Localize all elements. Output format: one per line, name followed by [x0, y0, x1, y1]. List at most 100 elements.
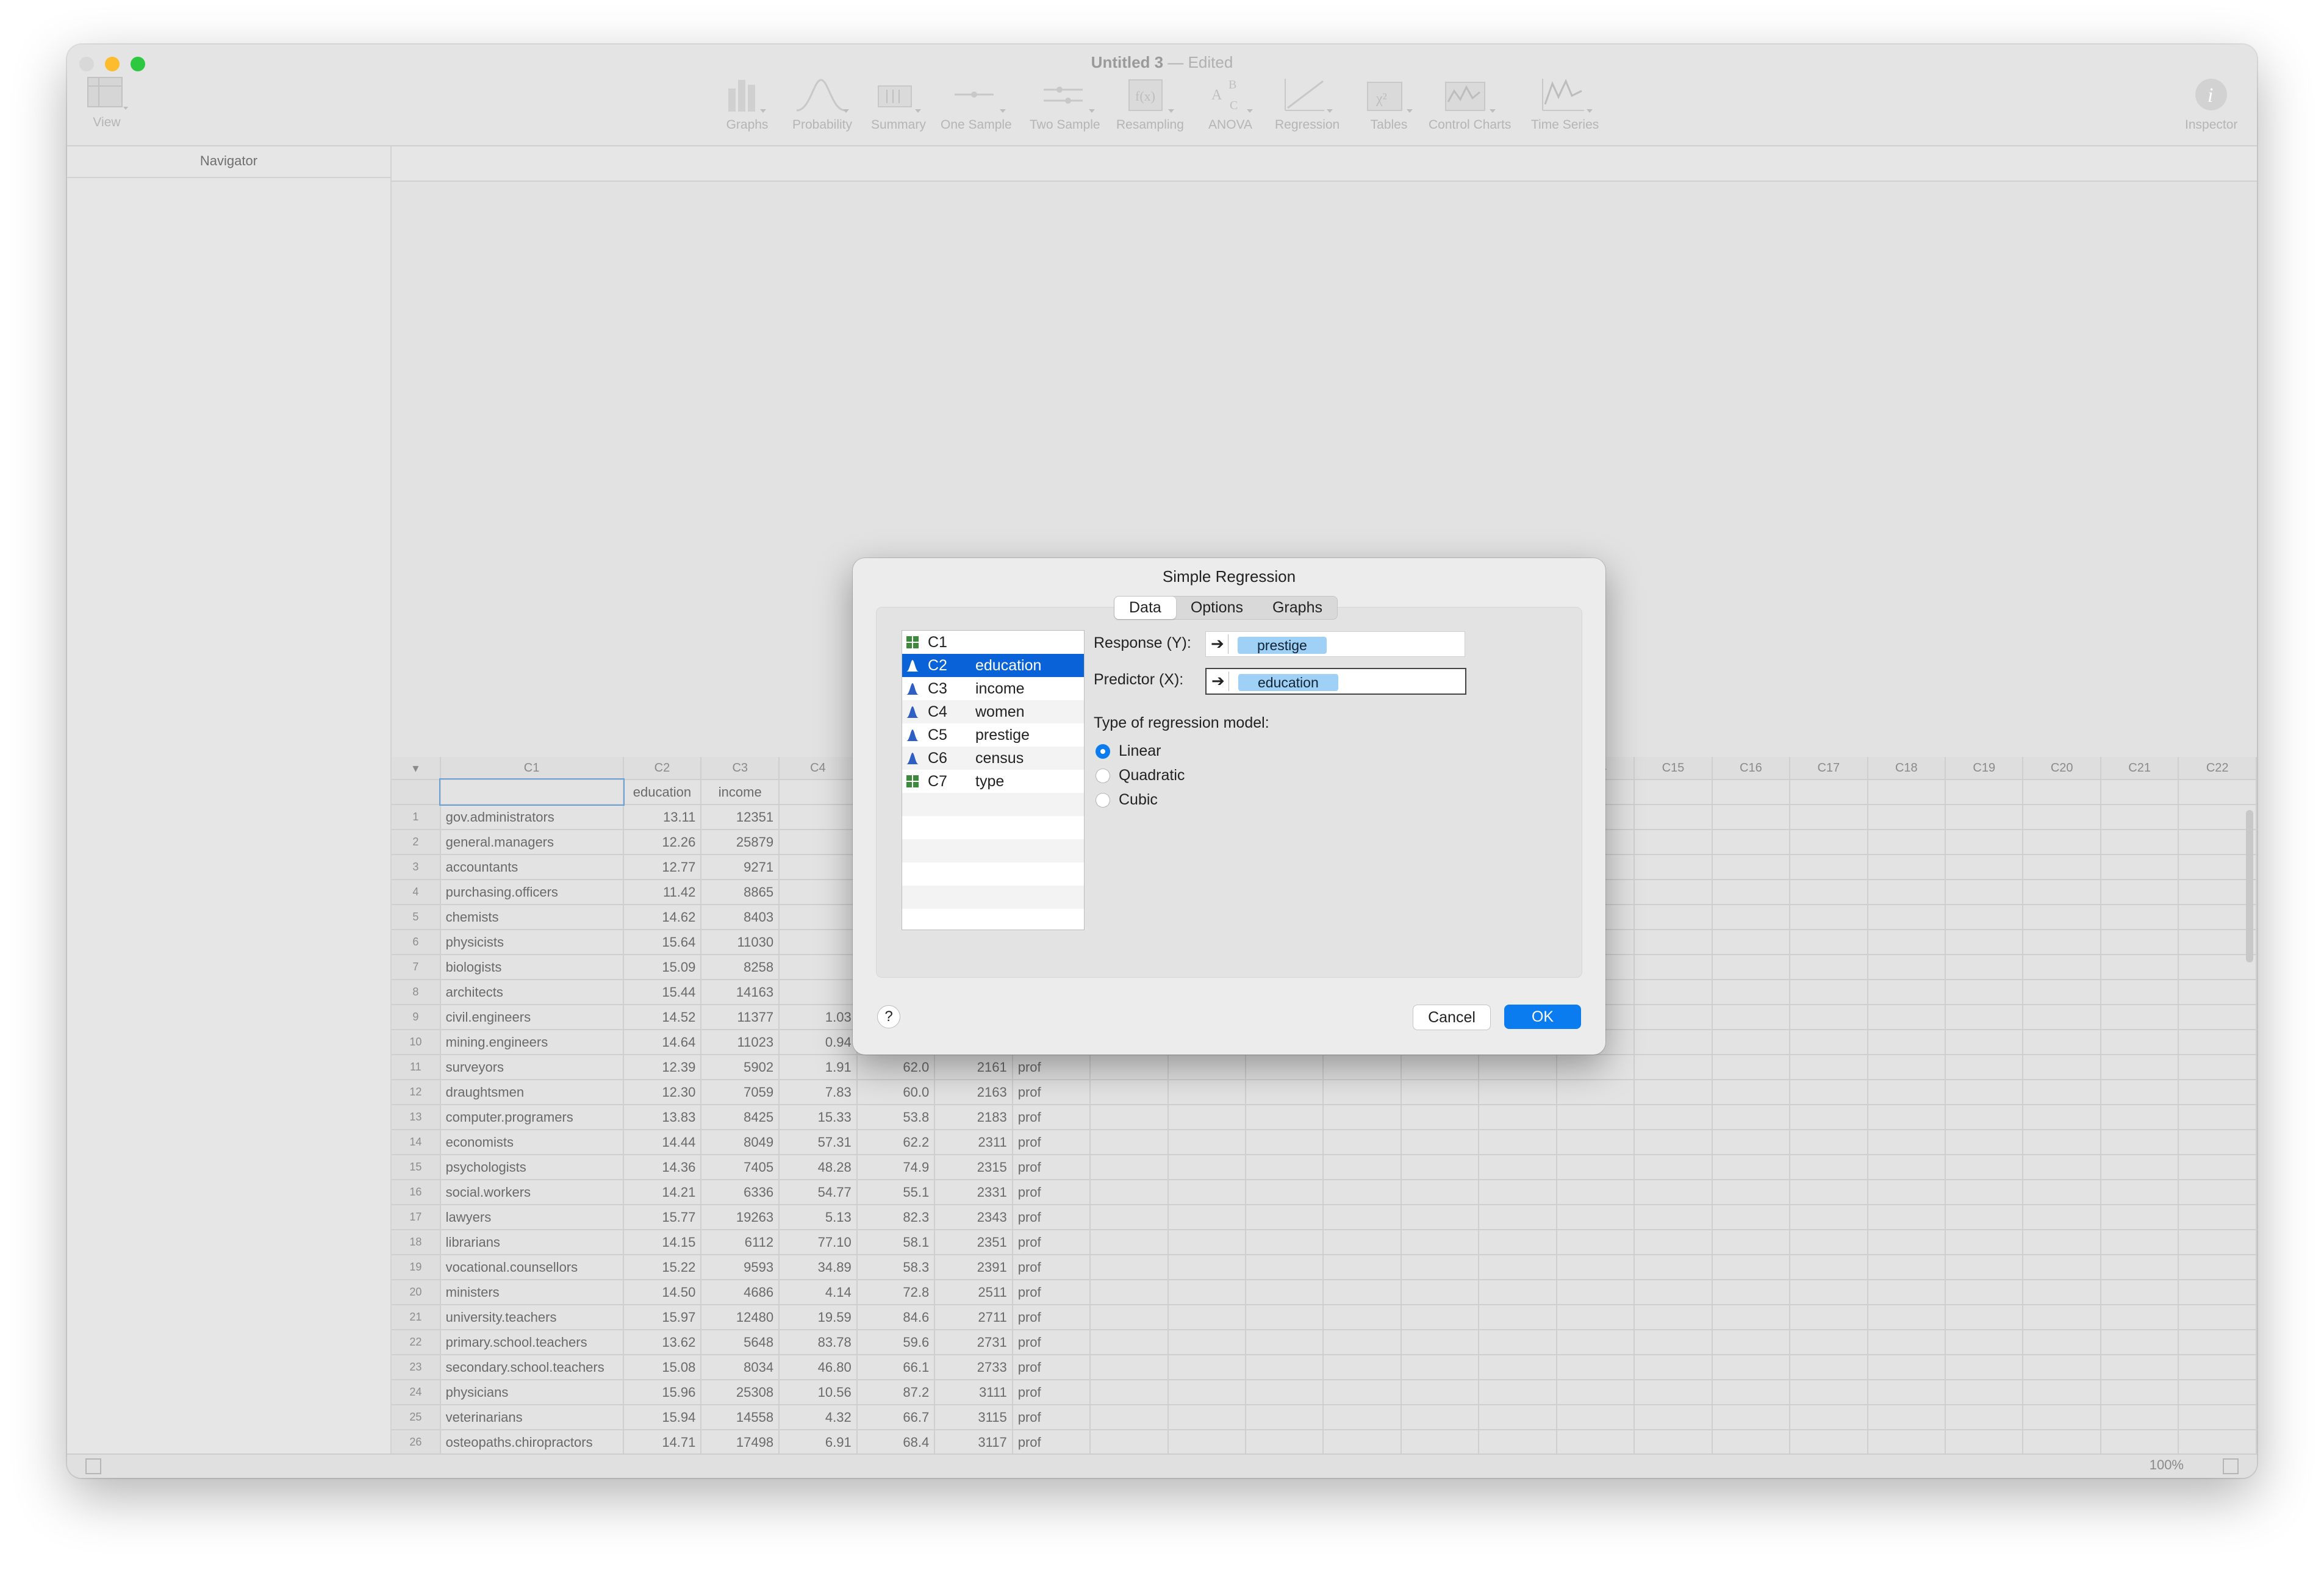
variable-list-item[interactable]: C3 income: [902, 677, 1084, 700]
table-cell[interactable]: 25879: [701, 830, 780, 855]
table-cell[interactable]: [779, 955, 858, 980]
row-number[interactable]: 10: [392, 1030, 441, 1055]
table-cell[interactable]: [1090, 1205, 1169, 1230]
cancel-button[interactable]: Cancel: [1413, 1005, 1491, 1030]
table-cell[interactable]: [1634, 955, 1713, 980]
table-cell[interactable]: [1790, 955, 1868, 980]
table-cell[interactable]: [1634, 1280, 1713, 1305]
table-cell[interactable]: [2178, 1030, 2257, 1055]
table-cell[interactable]: [1712, 1155, 1791, 1180]
table-cell[interactable]: [1867, 1055, 1946, 1080]
table-cell[interactable]: [2023, 830, 2101, 855]
table-cell[interactable]: [1556, 1305, 1635, 1330]
table-cell[interactable]: [2100, 805, 2179, 830]
table-cell[interactable]: [1400, 1105, 1480, 1130]
variable-list-item[interactable]: [902, 862, 1084, 886]
table-cell[interactable]: 8425: [701, 1105, 780, 1130]
table-cell[interactable]: prof: [1012, 1180, 1091, 1205]
table-cell[interactable]: [1867, 1030, 1946, 1055]
table-cell[interactable]: [1556, 1055, 1635, 1080]
table-cell[interactable]: [1479, 1055, 1557, 1080]
table-cell[interactable]: [1479, 1205, 1557, 1230]
variable-name-cell[interactable]: income: [701, 780, 780, 805]
table-cell[interactable]: [2100, 1230, 2179, 1255]
table-cell[interactable]: [1479, 1230, 1557, 1255]
table-cell[interactable]: librarians: [440, 1230, 624, 1255]
table-cell[interactable]: 14558: [701, 1405, 780, 1430]
table-cell[interactable]: prof: [1012, 1405, 1091, 1430]
table-cell[interactable]: [1400, 1180, 1480, 1205]
table-cell[interactable]: [2023, 1105, 2101, 1130]
table-cell[interactable]: [1556, 1255, 1635, 1280]
table-cell[interactable]: [1090, 1255, 1169, 1280]
table-cell[interactable]: [1400, 1405, 1480, 1430]
table-cell[interactable]: architects: [440, 980, 624, 1005]
table-cell[interactable]: accountants: [440, 855, 624, 880]
table-cell[interactable]: 74.9: [856, 1155, 936, 1180]
table-cell[interactable]: prof: [1012, 1080, 1091, 1105]
table-cell[interactable]: [1400, 1155, 1480, 1180]
table-cell[interactable]: [2178, 1055, 2257, 1080]
table-cell[interactable]: 8865: [701, 880, 780, 905]
table-cell[interactable]: [1245, 1405, 1324, 1430]
table-cell[interactable]: [1790, 1255, 1868, 1280]
variable-list-item[interactable]: C5 prestige: [902, 723, 1084, 747]
table-cell[interactable]: 60.0: [856, 1080, 936, 1105]
table-cell[interactable]: [1945, 955, 2024, 980]
table-cell[interactable]: [2023, 930, 2101, 955]
table-cell[interactable]: [1090, 1330, 1169, 1355]
table-cell[interactable]: [2100, 880, 2179, 905]
variable-list-item[interactable]: C7 type: [902, 770, 1084, 793]
column-header[interactable]: C19: [1945, 757, 2024, 780]
variable-list-item[interactable]: C2 education: [902, 654, 1084, 677]
table-cell[interactable]: [1945, 805, 2024, 830]
table-cell[interactable]: 2343: [934, 1205, 1013, 1230]
table-cell[interactable]: 58.1: [856, 1230, 936, 1255]
table-cell[interactable]: [2178, 1255, 2257, 1280]
tab-options[interactable]: Options: [1176, 597, 1258, 619]
table-cell[interactable]: [2100, 1130, 2179, 1155]
table-cell[interactable]: [1867, 1155, 1946, 1180]
toolbar-probability-button[interactable]: Probability: [792, 75, 853, 132]
table-cell[interactable]: 2351: [934, 1230, 1013, 1255]
table-cell[interactable]: 12.39: [623, 1055, 702, 1080]
table-cell[interactable]: [1400, 1355, 1480, 1380]
table-cell[interactable]: [1323, 1130, 1402, 1155]
column-header[interactable]: C16: [1712, 757, 1791, 780]
table-cell[interactable]: 83.78: [779, 1330, 858, 1355]
table-cell[interactable]: social.workers: [440, 1180, 624, 1205]
table-cell[interactable]: [1556, 1105, 1635, 1130]
table-cell[interactable]: [2178, 805, 2257, 830]
table-cell[interactable]: 14.64: [623, 1030, 702, 1055]
table-cell[interactable]: 72.8: [856, 1280, 936, 1305]
table-cell[interactable]: [1090, 1130, 1169, 1155]
table-cell[interactable]: [2023, 1355, 2101, 1380]
variable-name-cell[interactable]: [779, 780, 858, 805]
table-cell[interactable]: 2331: [934, 1180, 1013, 1205]
table-cell[interactable]: [1712, 955, 1791, 980]
table-cell[interactable]: [1712, 1080, 1791, 1105]
table-cell[interactable]: 11023: [701, 1030, 780, 1055]
table-cell[interactable]: [1790, 905, 1868, 930]
table-cell[interactable]: [2178, 955, 2257, 980]
variable-list-item[interactable]: [902, 886, 1084, 909]
table-cell[interactable]: [1790, 1130, 1868, 1155]
sidebar-toggle-button[interactable]: [85, 1458, 101, 1474]
table-cell[interactable]: ministers: [440, 1280, 624, 1305]
variable-name-cell[interactable]: [1712, 780, 1791, 805]
help-button[interactable]: ?: [877, 1005, 900, 1028]
table-cell[interactable]: chemists: [440, 905, 624, 930]
table-cell[interactable]: 11.42: [623, 880, 702, 905]
table-cell[interactable]: [1323, 1430, 1402, 1455]
table-cell[interactable]: 66.7: [856, 1405, 936, 1430]
table-cell[interactable]: 15.94: [623, 1405, 702, 1430]
table-cell[interactable]: [1945, 855, 2024, 880]
table-cell[interactable]: 8403: [701, 905, 780, 930]
table-cell[interactable]: [1867, 1130, 1946, 1155]
table-cell[interactable]: [1090, 1080, 1169, 1105]
table-cell[interactable]: [1323, 1180, 1402, 1205]
table-cell[interactable]: [1867, 1255, 1946, 1280]
row-number[interactable]: 13: [392, 1105, 441, 1130]
table-cell[interactable]: 62.0: [856, 1055, 936, 1080]
table-cell[interactable]: [1790, 1230, 1868, 1255]
